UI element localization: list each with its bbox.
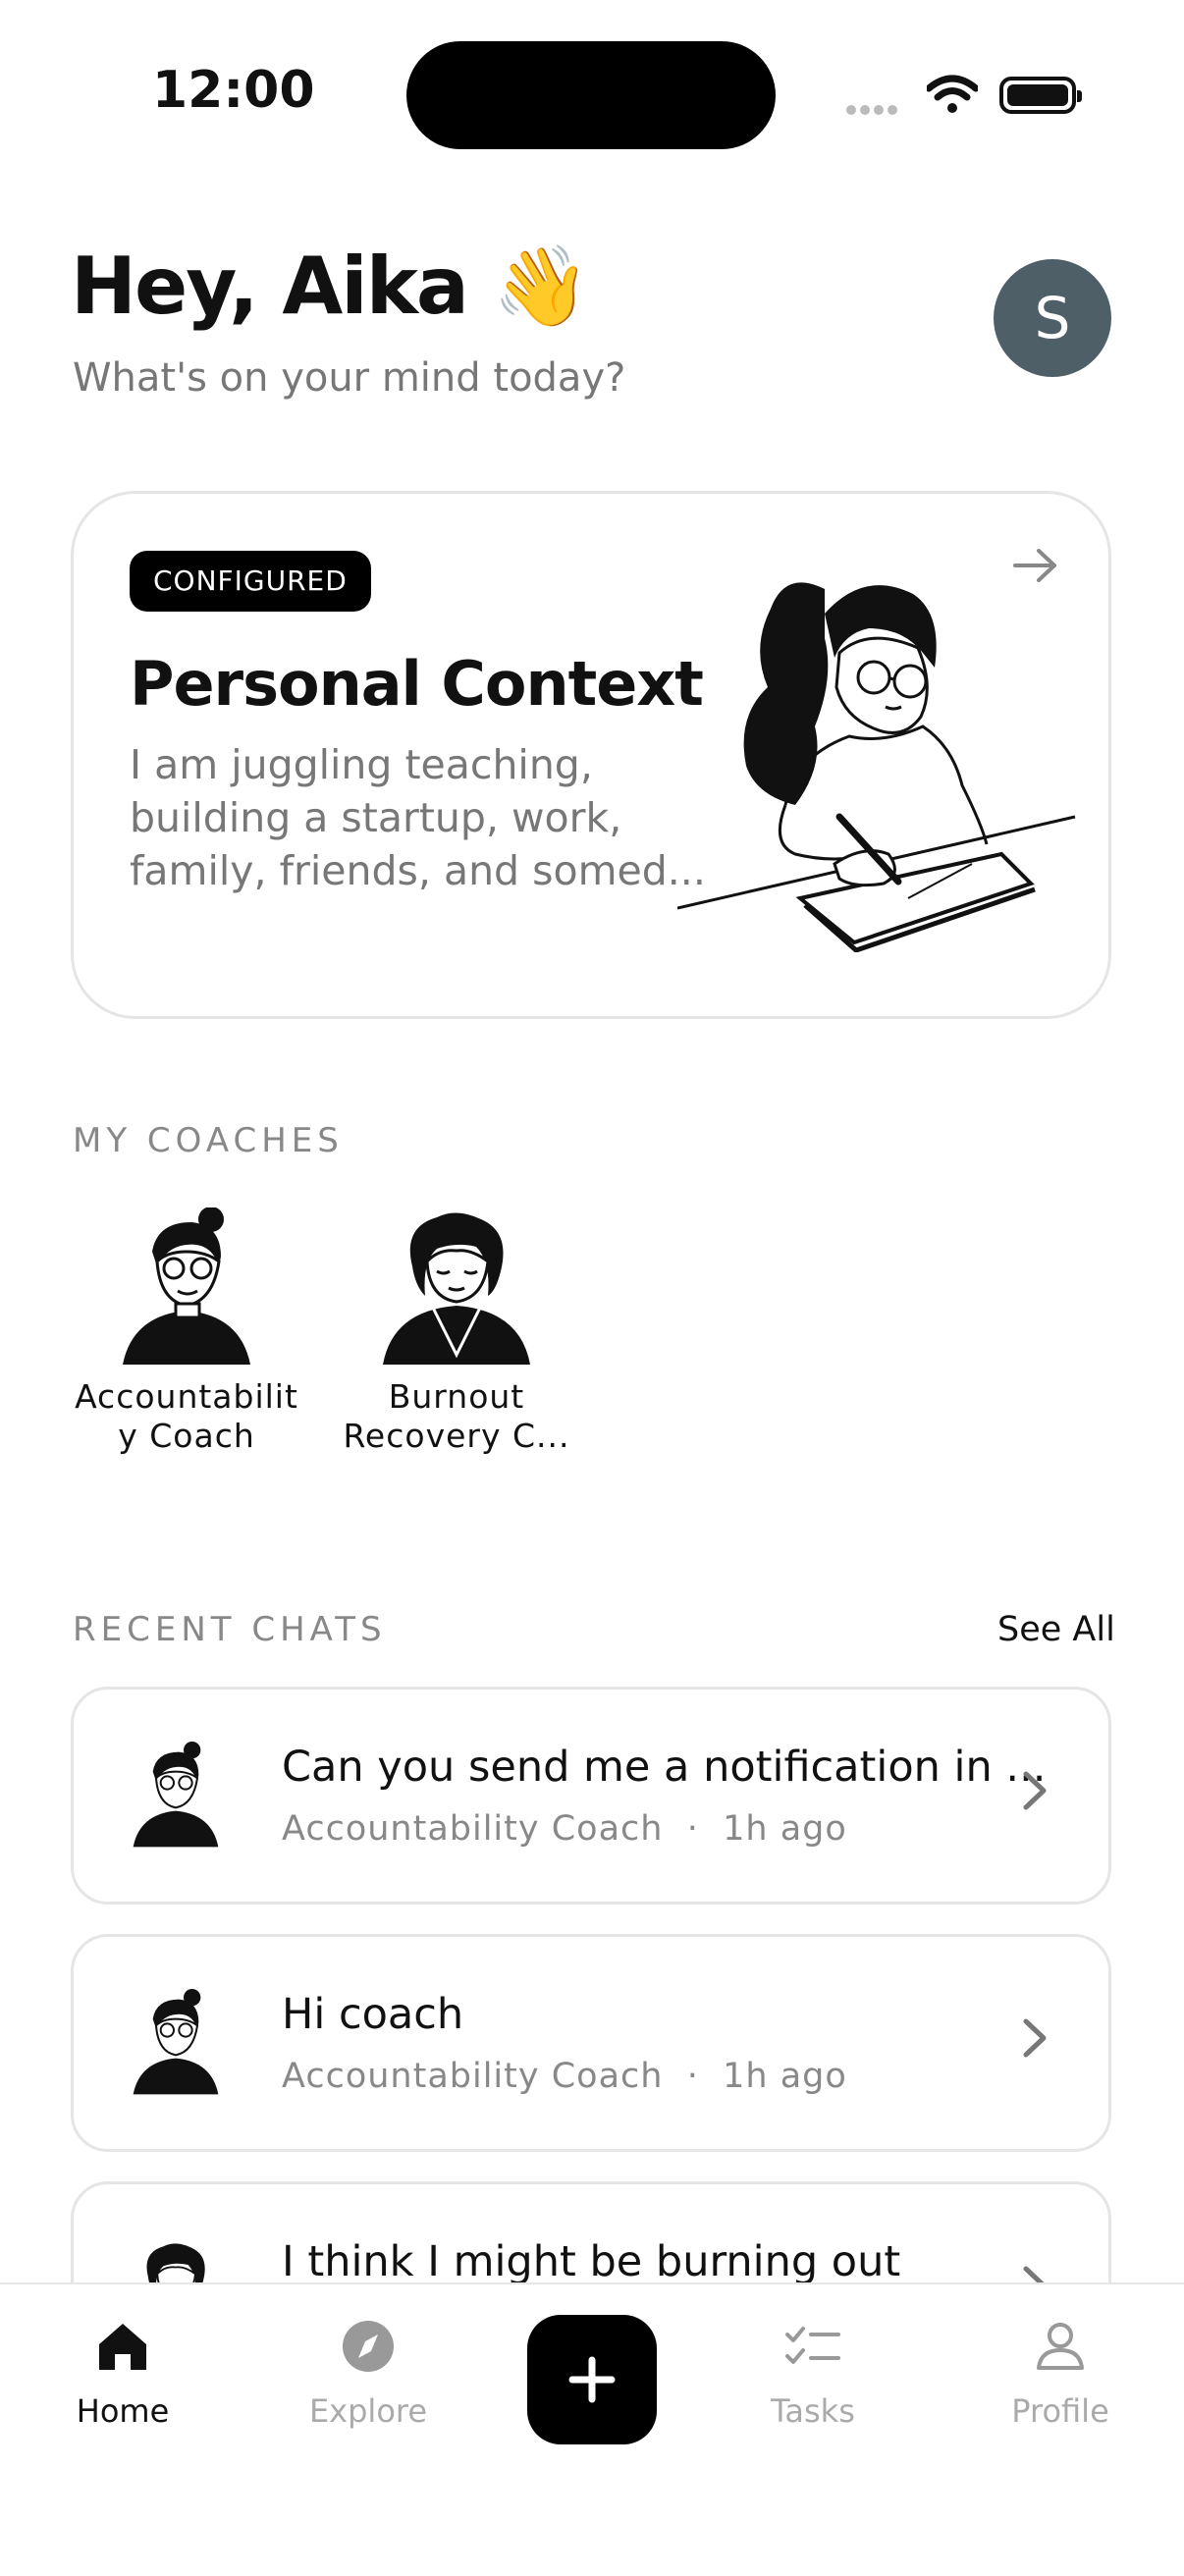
- tab-label: Profile: [1011, 2392, 1109, 2430]
- recent-chats-heading: RECENT CHATS: [73, 1610, 387, 1649]
- chevron-right-icon: [1023, 2018, 1047, 2058]
- tab-explore[interactable]: Explore: [280, 2319, 457, 2430]
- user-avatar[interactable]: S: [994, 259, 1111, 377]
- greeting-subtitle: What's on your mind today?: [73, 355, 626, 401]
- chat-title: Hi coach: [282, 1990, 464, 2039]
- coach-accountability[interactable]: Accountabilit y Coach: [69, 1207, 304, 1456]
- tasks-icon: [785, 2327, 840, 2364]
- tab-label: Tasks: [771, 2392, 855, 2430]
- chat-item[interactable]: Can you send me a notification in ... Ac…: [71, 1687, 1111, 1905]
- status-time: 12:00: [152, 61, 315, 120]
- chat-title: I think I might be burning out: [282, 2237, 901, 2286]
- coach-name: Accountabilit y Coach: [75, 1377, 298, 1455]
- accountability-coach-avatar: [133, 1989, 219, 2095]
- tab-home[interactable]: Home: [34, 2319, 211, 2430]
- wifi-icon: [925, 75, 980, 119]
- greeting-title: Hey, Aika 👋: [71, 241, 590, 332]
- chat-time: 1h ago: [723, 1809, 847, 1849]
- tab-profile[interactable]: Profile: [972, 2319, 1149, 2430]
- cellular-signal-icon: [846, 102, 907, 115]
- chat-coach: Accountability Coach: [282, 2057, 664, 2096]
- meta-separator: ·: [686, 2057, 699, 2096]
- chat-meta: Accountability Coach · 1h ago: [282, 1809, 847, 1849]
- plus-icon: [568, 2356, 616, 2403]
- chat-coach: Accountability Coach: [282, 1809, 664, 1849]
- configured-badge: CONFIGURED: [130, 551, 371, 612]
- coach-name: Burnout Recovery C...: [343, 1377, 570, 1455]
- personal-context-title: Personal Context: [130, 648, 704, 720]
- meta-separator: ·: [686, 1809, 699, 1849]
- compass-icon: [343, 2321, 394, 2372]
- dynamic-island: [406, 41, 776, 149]
- burnout-recovery-coach-avatar: [383, 1212, 530, 1365]
- new-chat-button[interactable]: [527, 2315, 657, 2444]
- tab-tasks[interactable]: Tasks: [725, 2319, 901, 2430]
- woman-writing-illustration: [676, 560, 1080, 957]
- home-icon: [99, 2324, 146, 2370]
- coach-burnout-recovery[interactable]: Burnout Recovery C...: [339, 1208, 574, 1456]
- tab-label: Home: [76, 2392, 170, 2430]
- personal-context-summary: I am juggling teaching, building a start…: [130, 741, 706, 894]
- person-icon: [1037, 2323, 1084, 2370]
- accountability-coach-avatar: [133, 1742, 219, 1848]
- tab-label: Explore: [308, 2392, 428, 2430]
- chat-meta: Accountability Coach · 1h ago: [282, 2057, 847, 2096]
- battery-icon: [999, 77, 1082, 114]
- my-coaches-heading: MY COACHES: [73, 1121, 344, 1160]
- chat-title: Can you send me a notification in ...: [282, 1743, 1047, 1792]
- accountability-coach-avatar: [123, 1207, 250, 1365]
- chat-item[interactable]: Hi coach Accountability Coach · 1h ago: [71, 1934, 1111, 2152]
- see-all-link[interactable]: See All: [997, 1610, 1115, 1649]
- chevron-right-icon: [1023, 1771, 1047, 1810]
- chat-time: 1h ago: [723, 2057, 847, 2096]
